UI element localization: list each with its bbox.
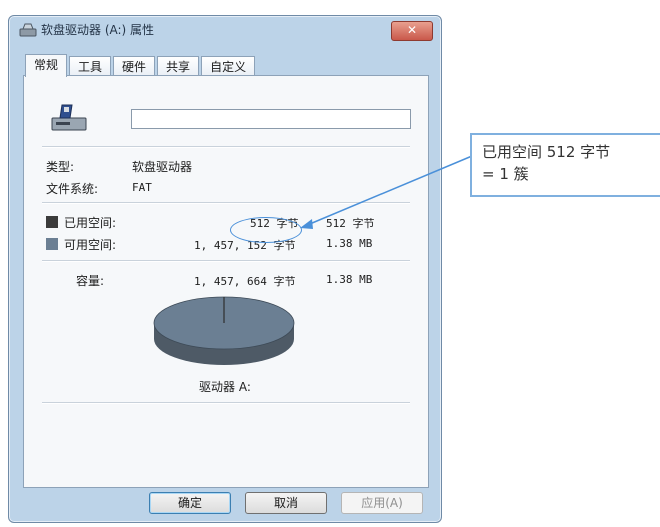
separator [42, 146, 410, 148]
free-space-size: 1.38 MB [326, 237, 373, 250]
free-space-swatch [46, 238, 58, 250]
separator [42, 402, 410, 404]
title-bar[interactable]: 软盘驱动器 (A:) 属性 ✕ [9, 16, 441, 44]
capacity-label: 容量: [76, 274, 105, 288]
disk-usage-pie-chart [153, 296, 295, 365]
capacity-bytes: 1, 457, 664 字节 [194, 275, 296, 288]
annotation-text: 已用空间 512 字节 = 1 簇 [482, 141, 660, 185]
close-icon: ✕ [406, 23, 418, 37]
drive-name-label: 驱动器 A: [199, 380, 251, 394]
properties-dialog: 软盘驱动器 (A:) 属性 ✕ 常规 工具 硬件 共享 自定义 类型: 软盘驱动… [8, 15, 442, 523]
free-space-label: 可用空间: [64, 238, 117, 252]
annotation-callout: 已用空间 512 字节 = 1 簇 [470, 133, 660, 197]
floppy-drive-large-icon [51, 104, 87, 131]
general-tab-panel: 类型: 软盘驱动器 文件系统: FAT 已用空间: 512 字节 512 字节 … [23, 75, 429, 488]
cancel-button[interactable]: 取消 [245, 492, 327, 514]
floppy-drive-icon [19, 23, 37, 37]
used-space-size: 512 字节 [326, 217, 375, 230]
tab-tools[interactable]: 工具 [69, 56, 112, 77]
tab-customize[interactable]: 自定义 [201, 56, 256, 77]
filesystem-label: 文件系统: [46, 182, 99, 196]
volume-label-input[interactable] [131, 109, 411, 129]
annotation-line-1: 已用空间 512 字节 [482, 143, 611, 161]
window-title: 软盘驱动器 (A:) 属性 [41, 23, 155, 37]
used-space-swatch [46, 216, 58, 228]
tab-sharing[interactable]: 共享 [157, 56, 200, 77]
tab-hardware[interactable]: 硬件 [113, 56, 156, 77]
tab-strip: 常规 工具 硬件 共享 自定义 [25, 54, 257, 77]
tab-general[interactable]: 常规 [25, 54, 68, 77]
close-button[interactable]: ✕ [391, 21, 433, 41]
type-value: 软盘驱动器 [132, 160, 193, 174]
apply-button[interactable]: 应用(A) [341, 492, 423, 514]
annotation-line-2: = 1 簇 [482, 165, 529, 183]
ok-button[interactable]: 确定 [149, 492, 231, 514]
separator [42, 260, 410, 262]
type-label: 类型: [46, 160, 75, 174]
used-space-label: 已用空间: [64, 216, 117, 230]
separator [42, 202, 410, 204]
used-bytes-highlight [230, 217, 302, 243]
filesystem-value: FAT [132, 181, 152, 194]
capacity-size: 1.38 MB [326, 273, 373, 286]
